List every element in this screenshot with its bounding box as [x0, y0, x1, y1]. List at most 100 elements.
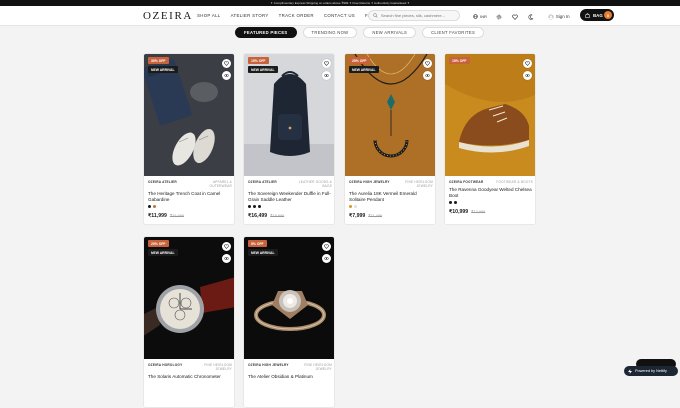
search-box[interactable]: [368, 10, 460, 21]
wishlist-toggle[interactable]: [322, 242, 331, 251]
sign-in-label: Sign In: [555, 14, 570, 19]
product-original-price: ₹11,499: [368, 214, 383, 218]
product-brand: OZEIRA ATELIER: [148, 180, 177, 184]
wishlist-toggle[interactable]: [222, 59, 231, 68]
quick-view-button[interactable]: [222, 71, 231, 80]
powered-by-label: Powered by Nettify: [635, 369, 667, 373]
product-name[interactable]: The Solaris Automatic Chronometer: [148, 374, 232, 380]
wishlist-toggle[interactable]: [222, 242, 231, 251]
wishlist-toggle[interactable]: [423, 59, 432, 68]
color-swatch[interactable]: [258, 205, 261, 208]
product-card[interactable]: 5% OFF NEW ARRIVAL OZEIRA HIGH JEWELRY F…: [243, 236, 335, 408]
new-arrival-badge: NEW ARRIVAL: [148, 66, 178, 73]
color-swatches: [349, 205, 433, 208]
product-brand: OZEIRA HIGH JEWELRY: [349, 180, 390, 184]
product-category: FINE HEIRLOOM JEWELRY: [405, 180, 433, 188]
heart-icon: [224, 61, 229, 66]
wishlist-toggle[interactable]: [523, 59, 532, 68]
heart-icon: [324, 244, 329, 249]
product-original-price: ₹16,999: [169, 214, 184, 218]
product-card[interactable]: 15% OFF NEW ARRIVAL OZEIRA ATELIER LEATH…: [243, 53, 335, 225]
heart-icon: [512, 14, 519, 20]
product-image[interactable]: [445, 54, 536, 176]
eye-icon: [324, 257, 329, 260]
bag-button[interactable]: BAG 0: [580, 9, 614, 21]
bag-label: BAG: [593, 12, 603, 18]
product-card[interactable]: 15% OFF OZEIRA FOOTWEAR FOOTWEAR & BOOTS…: [444, 53, 536, 225]
product-info: OZEIRA HOROLOGY FINE HEIRLOOM JEWELRY Th…: [148, 363, 232, 380]
search-icon: [373, 13, 378, 18]
quick-view-button[interactable]: [322, 254, 331, 263]
site-header: OZEIRA SHOP ALL ATELIER STORY TRACK ORDE…: [0, 6, 680, 26]
heart-icon: [324, 61, 329, 66]
heart-icon: [425, 61, 430, 66]
product-name[interactable]: The Sovereign Weekender Duffle in Full-G…: [248, 191, 332, 203]
product-info: OZEIRA HIGH JEWELRY FINE HEIRLOOM JEWELR…: [248, 363, 332, 380]
discount-badge: 5% OFF: [248, 240, 267, 247]
product-category: APPAREL & OUTERWEAR: [209, 180, 232, 188]
brand-logo[interactable]: OZEIRA: [143, 10, 193, 22]
wishlist-button[interactable]: [512, 13, 519, 20]
nav-atelier-story[interactable]: ATELIER STORY: [231, 13, 269, 18]
product-category: FINE HEIRLOOM JEWELRY: [204, 363, 232, 371]
new-arrival-badge: NEW ARRIVAL: [148, 249, 178, 256]
product-name[interactable]: The Heritage Trench Coat in Camel Gabard…: [148, 191, 232, 203]
color-swatches: [248, 205, 332, 208]
tab-trending-now[interactable]: TRENDING NOW: [302, 27, 358, 38]
tab-client-favorites[interactable]: CLIENT FAVORITES: [422, 27, 485, 38]
quick-view-button[interactable]: [222, 254, 231, 263]
product-brand: OZEIRA HOROLOGY: [148, 363, 183, 367]
color-swatch[interactable]: [349, 205, 352, 208]
tab-new-arrivals[interactable]: NEW ARRIVALS: [363, 27, 417, 38]
quick-view-button[interactable]: [523, 71, 532, 80]
nav-track-order[interactable]: TRACK ORDER: [279, 13, 314, 18]
main-nav: SHOP ALL ATELIER STORY TRACK ORDER CONTA…: [197, 13, 375, 18]
product-price: ₹7,999: [349, 213, 366, 219]
heart-icon: [525, 61, 530, 66]
product-card[interactable]: 30% OFF NEW ARRIVAL OZEIRA ATELIER APPAR…: [143, 53, 235, 225]
eye-icon: [224, 74, 229, 77]
new-arrival-badge: NEW ARRIVAL: [349, 66, 379, 73]
theme-toggle[interactable]: [528, 13, 535, 20]
product-card[interactable]: 20% OFF NEW ARRIVAL OZEIRA HOROLOGY FINE…: [143, 236, 235, 408]
discount-badge: 15% OFF: [248, 57, 269, 64]
currency-label: INR: [480, 14, 487, 19]
discount-badge: 15% OFF: [449, 57, 470, 64]
nav-contact-us[interactable]: CONTACT US: [324, 13, 355, 18]
currency-selector[interactable]: INR: [473, 14, 487, 19]
color-swatch[interactable]: [253, 205, 256, 208]
color-swatch[interactable]: [354, 205, 357, 208]
sign-in-button[interactable]: Sign In: [548, 13, 570, 20]
product-name[interactable]: The Atelier Obsidian & Platinum: [248, 374, 332, 380]
product-brand: OZEIRA HIGH JEWELRY: [248, 363, 289, 367]
quick-view-button[interactable]: [423, 71, 432, 80]
color-swatch[interactable]: [454, 201, 457, 204]
eye-icon: [324, 74, 329, 77]
heart-icon: [224, 244, 229, 249]
eye-icon: [224, 257, 229, 260]
product-category: LEATHER GOODS & BAGS: [298, 180, 332, 188]
product-brand: OZEIRA ATELIER: [248, 180, 277, 184]
product-price: ₹11,999: [148, 213, 167, 219]
product-card[interactable]: 25% OFF NEW ARRIVAL OZEIRA HIGH JEWELRY …: [344, 53, 436, 225]
search-input[interactable]: [380, 13, 459, 18]
product-info: OZEIRA ATELIER LEATHER GOODS & BAGS The …: [248, 180, 332, 219]
tab-featured-pieces[interactable]: FEATURED PIECES: [235, 27, 297, 38]
color-swatches: [449, 201, 533, 204]
globe-icon: [473, 14, 478, 19]
color-swatch[interactable]: [248, 205, 251, 208]
color-swatch[interactable]: [148, 205, 151, 208]
product-name[interactable]: The Ravenna Goodyear Welted Chelsea Boot: [449, 187, 533, 199]
color-swatch[interactable]: [449, 201, 452, 204]
product-info: OZEIRA ATELIER APPAREL & OUTERWEAR The H…: [148, 180, 232, 219]
settings-button[interactable]: [496, 13, 503, 20]
wishlist-toggle[interactable]: [322, 59, 331, 68]
quick-view-button[interactable]: [322, 71, 331, 80]
nav-shop-all[interactable]: SHOP ALL: [197, 13, 221, 18]
collection-tabs: FEATURED PIECES TRENDING NOW NEW ARRIVAL…: [235, 27, 485, 38]
eye-icon: [525, 74, 530, 77]
color-swatch[interactable]: [153, 205, 156, 208]
product-name[interactable]: The Aurelia 18K Vermeil Emerald Solitair…: [349, 191, 433, 203]
product-brand: OZEIRA FOOTWEAR: [449, 180, 484, 184]
powered-by-badge[interactable]: Powered by Nettify: [624, 366, 678, 376]
